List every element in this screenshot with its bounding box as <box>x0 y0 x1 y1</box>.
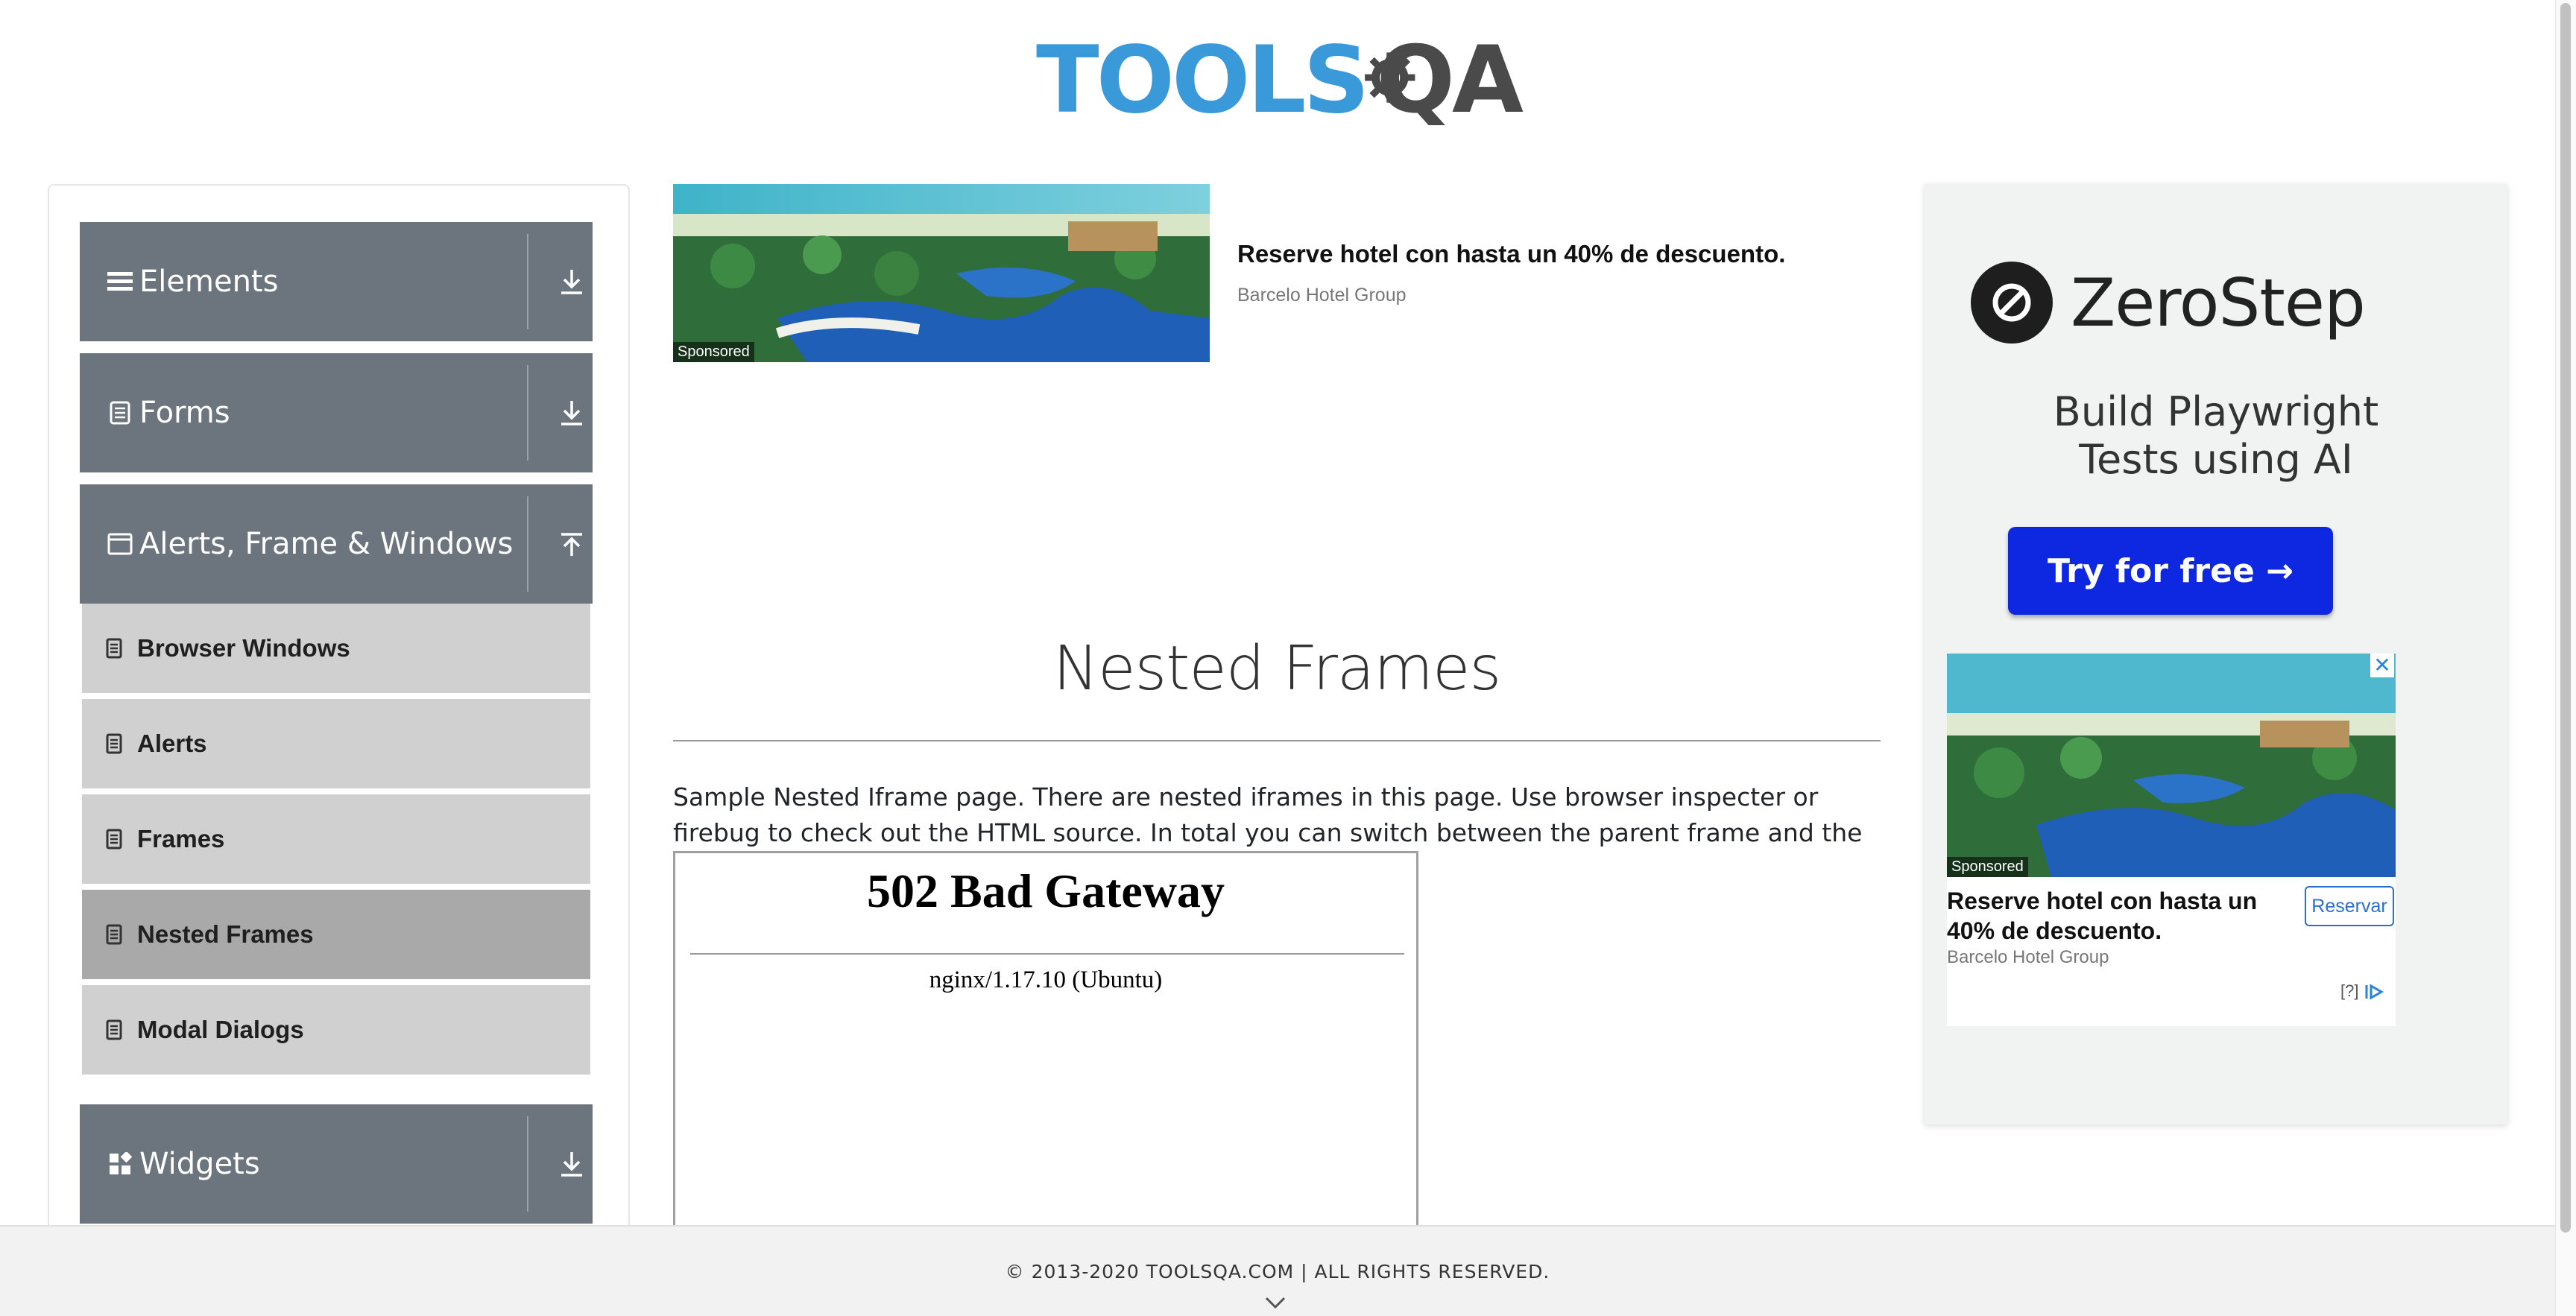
download-arrow-icon[interactable] <box>551 1143 593 1185</box>
group-label: Elements <box>139 265 279 299</box>
sponsored-label: Sponsored <box>673 342 754 362</box>
group-label: Widgets <box>139 1147 260 1181</box>
reservar-button[interactable]: Reservar <box>2305 886 2394 926</box>
zerostep-brand: ZeroStep <box>1971 262 2366 344</box>
sidebar-item-alerts[interactable]: Alerts <box>82 699 590 791</box>
hotel-ad[interactable]: Sponsored ✕ Reserve hotel con hasta un 4… <box>1947 654 2396 1026</box>
adchoices-icon <box>2365 984 2384 1000</box>
tagline-line-2: Tests using AI <box>2079 436 2353 483</box>
ad-title[interactable]: Reserve hotel con hasta un 40% de descue… <box>1237 240 1785 268</box>
try-for-free-button[interactable]: Try for free → <box>2008 527 2333 615</box>
sidebar-group-alerts-frame-windows[interactable]: Alerts, Frame & Windows <box>80 484 593 604</box>
sidebar-item-label: Frames <box>137 825 225 852</box>
tagline-line-1: Build Playwright <box>2053 388 2379 435</box>
server-info: nginx/1.17.10 (Ubuntu) <box>929 967 1163 993</box>
upload-arrow-icon[interactable] <box>551 523 593 565</box>
window-icon <box>107 531 133 557</box>
logo-text-qa: QA <box>1376 27 1524 134</box>
divider <box>527 365 528 461</box>
menu-icon <box>107 268 133 295</box>
zerostep-ad[interactable]: ZeroStep Build Playwright Tests using AI… <box>1925 184 2507 1124</box>
parent-iframe[interactable]: 502 Bad Gateway nginx/1.17.10 (Ubuntu) <box>673 851 1418 1268</box>
sidebar-item-nested-frames[interactable]: Nested Frames <box>82 890 590 982</box>
adchoices-info[interactable]: [?] <box>2340 981 2386 1001</box>
form-icon <box>107 399 133 426</box>
close-icon[interactable]: ✕ <box>2370 654 2394 677</box>
sidebar-item-label: Nested Frames <box>137 920 314 948</box>
document-icon <box>103 1019 125 1041</box>
sidebar-item-label: Alerts <box>137 730 207 757</box>
brand-name: ZeroStep <box>2071 264 2366 341</box>
logo-text-tools: TOOLS <box>1036 27 1370 134</box>
sidebar-group-elements[interactable]: Elements <box>80 222 593 341</box>
sidebar-item-browser-windows[interactable]: Browser Windows <box>82 604 590 696</box>
download-arrow-icon[interactable] <box>551 261 593 303</box>
footer-copyright: © 2013-2020 TOOLSQA.COM | ALL RIGHTS RES… <box>1005 1261 1550 1282</box>
download-arrow-icon[interactable] <box>551 392 593 434</box>
sidebar-group-forms[interactable]: Forms <box>80 353 593 472</box>
divider <box>673 740 1881 741</box>
ad-tagline: Build Playwright Tests using AI <box>1925 388 2507 484</box>
document-icon <box>103 637 125 659</box>
group-label: Forms <box>139 396 230 430</box>
scrollbar-thumb[interactable] <box>2560 3 2571 1233</box>
divider <box>690 953 1404 955</box>
footer: © 2013-2020 TOOLSQA.COM | ALL RIGHTS RES… <box>0 1225 2555 1316</box>
sidebar-item-frames[interactable]: Frames <box>82 794 590 887</box>
adchoices-label: [?] <box>2340 981 2359 1000</box>
divider <box>527 234 528 329</box>
ad-image-resort[interactable]: Sponsored <box>1947 654 2396 877</box>
document-icon <box>103 828 125 850</box>
sidebar-item-modal-dialogs[interactable]: Modal Dialogs <box>82 985 590 1078</box>
group-label: Alerts, Frame & Windows <box>139 527 514 561</box>
scrollbar[interactable] <box>2555 0 2576 1316</box>
sidebar-group-widgets[interactable]: Widgets <box>80 1104 593 1224</box>
ad-source: Barcelo Hotel Group <box>1947 947 2109 967</box>
ad-title[interactable]: Reserve hotel con hasta un 40% de descue… <box>1947 886 2290 946</box>
sponsored-label: Sponsored <box>1947 857 2028 877</box>
divider <box>527 1116 528 1212</box>
page-title: Nested Frames <box>1052 633 1501 704</box>
divider <box>527 496 528 592</box>
toolsqa-logo[interactable]: TOOLS QA <box>1036 21 1524 140</box>
error-title: 502 Bad Gateway <box>867 864 1225 917</box>
ad-image-resort[interactable]: Sponsored <box>673 184 1210 362</box>
zerostep-logo-icon <box>1971 262 2053 344</box>
ad-source: Barcelo Hotel Group <box>1237 285 1407 306</box>
chevron-down-icon[interactable] <box>1264 1295 1287 1310</box>
widgets-icon <box>107 1151 133 1177</box>
document-icon <box>103 733 125 755</box>
sidebar-item-label: Browser Windows <box>137 634 350 662</box>
sidebar-item-label: Modal Dialogs <box>137 1016 304 1043</box>
document-icon <box>103 923 125 946</box>
